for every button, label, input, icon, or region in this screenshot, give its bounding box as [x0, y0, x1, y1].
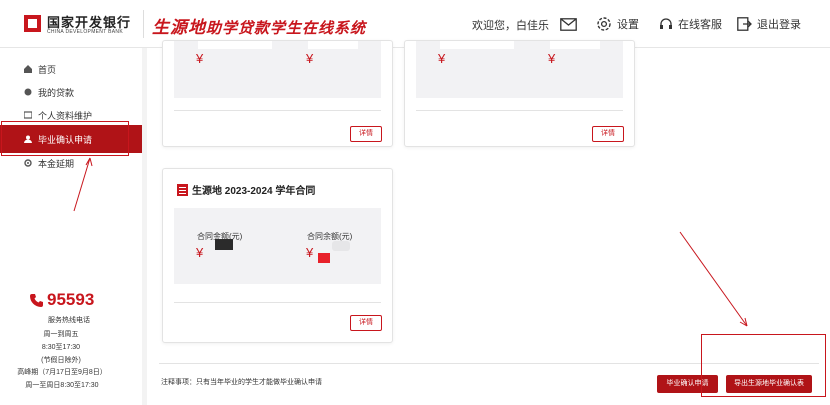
annotation-arrows	[73, 157, 748, 327]
annotation-arrow	[73, 157, 91, 212]
annotation-arrow	[679, 231, 748, 327]
